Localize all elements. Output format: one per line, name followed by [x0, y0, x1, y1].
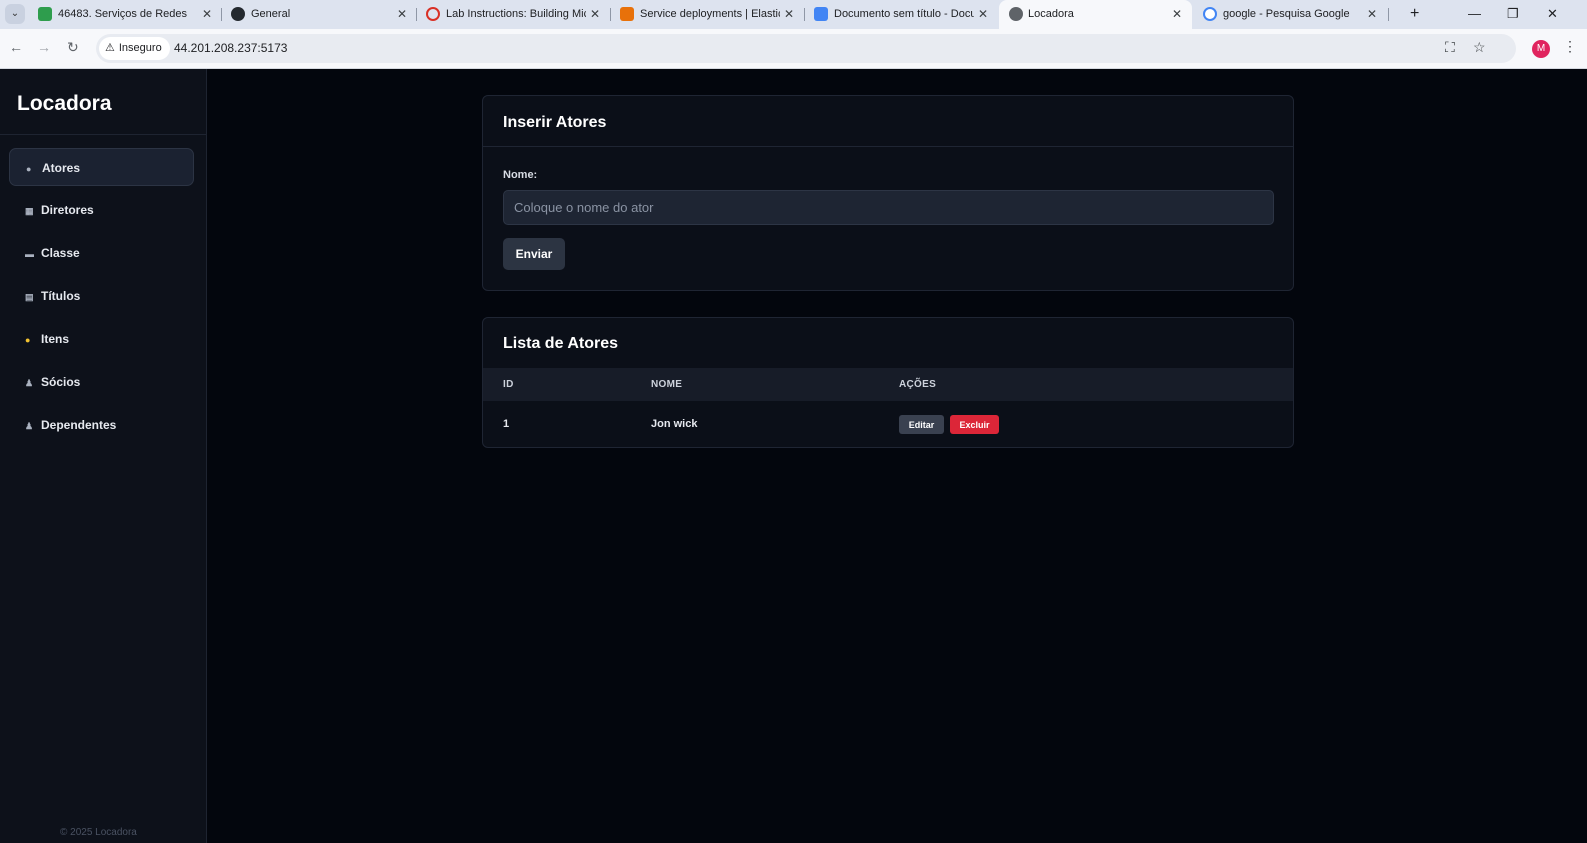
- tab-separator: [416, 8, 417, 21]
- column-header-id: ID: [503, 379, 514, 390]
- browser-toolbar: ← → ↻ ⚠ Inseguro 44.201.208.237:5173 ⛶ ☆ …: [0, 29, 1587, 69]
- lab-icon: [426, 7, 440, 21]
- close-tab-icon[interactable]: ✕: [1172, 0, 1182, 29]
- submit-button[interactable]: Enviar: [503, 238, 565, 270]
- table-header: ID NOME AÇÕES: [483, 368, 1293, 401]
- close-tab-icon[interactable]: ✕: [784, 0, 794, 29]
- translate-icon[interactable]: ⛶: [1445, 39, 1455, 56]
- card-title: Inserir Atores: [503, 114, 607, 131]
- browser-tab[interactable]: google - Pesquisa Google ✕: [1203, 0, 1383, 29]
- column-header-name: NOME: [651, 379, 683, 390]
- minimize-icon[interactable]: —: [1468, 0, 1481, 28]
- divider: [0, 134, 206, 135]
- sidebar-item-itens[interactable]: ● Itens: [9, 320, 194, 358]
- close-tab-icon[interactable]: ✕: [1367, 0, 1377, 29]
- users-icon: ♟: [25, 421, 34, 431]
- table-row: 1 Jon wick Editar Excluir: [483, 401, 1293, 447]
- warning-icon: ⚠: [105, 42, 115, 54]
- tab-search-button[interactable]: ⌄: [5, 4, 25, 24]
- name-label: Nome:: [503, 169, 538, 181]
- browser-tab-strip: ⌄ 46483. Serviços de Redes para I ✕ Gene…: [0, 0, 1587, 29]
- browser-tab[interactable]: General ✕: [231, 0, 409, 29]
- forward-arrow-icon[interactable]: →: [37, 39, 51, 55]
- card-title: Lista de Atores: [503, 335, 618, 352]
- github-icon: [231, 7, 245, 21]
- ticket-icon: ▬: [25, 249, 34, 259]
- app-brand: Locadora: [17, 92, 112, 115]
- sidebar: Locadora ● Atores ▦ Diretores ▬ Classe ▤ Tít…: [0, 69, 207, 843]
- sidebar-item-socios[interactable]: ♟ Sócios: [9, 363, 194, 401]
- tab-separator: [610, 8, 611, 21]
- cell-id: 1: [503, 418, 510, 430]
- browser-menu-icon[interactable]: ⋮: [1563, 38, 1577, 55]
- globe-icon: [1009, 7, 1023, 21]
- close-tab-icon[interactable]: ✕: [397, 0, 407, 29]
- actor-name-input[interactable]: [503, 190, 1274, 225]
- sidebar-footer: © 2025 Locadora: [60, 827, 137, 838]
- close-tab-icon[interactable]: ✕: [978, 0, 988, 29]
- insert-actor-card: Inserir Atores Nome: Enviar: [482, 95, 1294, 291]
- sidebar-item-dependentes[interactable]: ♟ Dependentes: [9, 406, 194, 444]
- restore-icon[interactable]: ❐: [1507, 0, 1519, 28]
- security-chip[interactable]: ⚠ Inseguro: [99, 37, 170, 60]
- sidebar-item-diretores[interactable]: ▦ Diretores: [9, 191, 194, 229]
- delete-button[interactable]: Excluir: [950, 415, 999, 434]
- address-bar[interactable]: ⚠ Inseguro 44.201.208.237:5173 ⛶ ☆: [96, 34, 1516, 63]
- tab-separator: [1388, 8, 1389, 21]
- url-text[interactable]: 44.201.208.237:5173: [174, 34, 287, 63]
- elastic-icon: [620, 7, 634, 21]
- spreadsheet-icon: [38, 7, 52, 21]
- sidebar-item-titulos[interactable]: ▤ Títulos: [9, 277, 194, 315]
- clapper-icon: ▦: [25, 206, 34, 216]
- back-arrow-icon[interactable]: ←: [9, 39, 23, 55]
- film-icon: ▤: [25, 292, 34, 302]
- chevron-down-icon: ⌄: [10, 8, 20, 19]
- actors-list-card: Lista de Atores ID NOME AÇÕES 1 Jon wick…: [482, 317, 1294, 448]
- column-header-actions: AÇÕES: [899, 379, 937, 390]
- browser-tab-active[interactable]: Locadora ✕: [999, 0, 1192, 29]
- close-tab-icon[interactable]: ✕: [202, 0, 212, 29]
- window-close-icon[interactable]: ✕: [1547, 0, 1558, 28]
- actors-icon: ●: [26, 164, 32, 174]
- tab-separator: [221, 8, 222, 21]
- reload-icon[interactable]: ↻: [67, 39, 79, 56]
- close-tab-icon[interactable]: ✕: [590, 0, 600, 29]
- sidebar-item-classe[interactable]: ▬ Classe: [9, 234, 194, 272]
- sidebar-item-atores[interactable]: ● Atores: [9, 148, 194, 186]
- edit-button[interactable]: Editar: [899, 415, 944, 434]
- profile-avatar[interactable]: M: [1532, 40, 1550, 58]
- bookmark-star-icon[interactable]: ☆: [1473, 39, 1486, 56]
- disc-icon: ●: [25, 335, 31, 345]
- browser-tab[interactable]: Lab Instructions: Building Micro ✕: [426, 0, 602, 29]
- divider: [483, 146, 1293, 147]
- browser-tab[interactable]: 46483. Serviços de Redes para I ✕: [38, 0, 214, 29]
- browser-tab[interactable]: Service deployments | Elastic C ✕: [620, 0, 796, 29]
- docs-icon: [814, 7, 828, 21]
- cell-name: Jon wick: [651, 418, 698, 430]
- google-icon: [1203, 7, 1217, 21]
- browser-tab[interactable]: Documento sem título - Docum ✕: [814, 0, 990, 29]
- new-tab-button[interactable]: +: [1410, 0, 1419, 28]
- tab-separator: [804, 8, 805, 21]
- user-icon: ♟: [25, 378, 34, 388]
